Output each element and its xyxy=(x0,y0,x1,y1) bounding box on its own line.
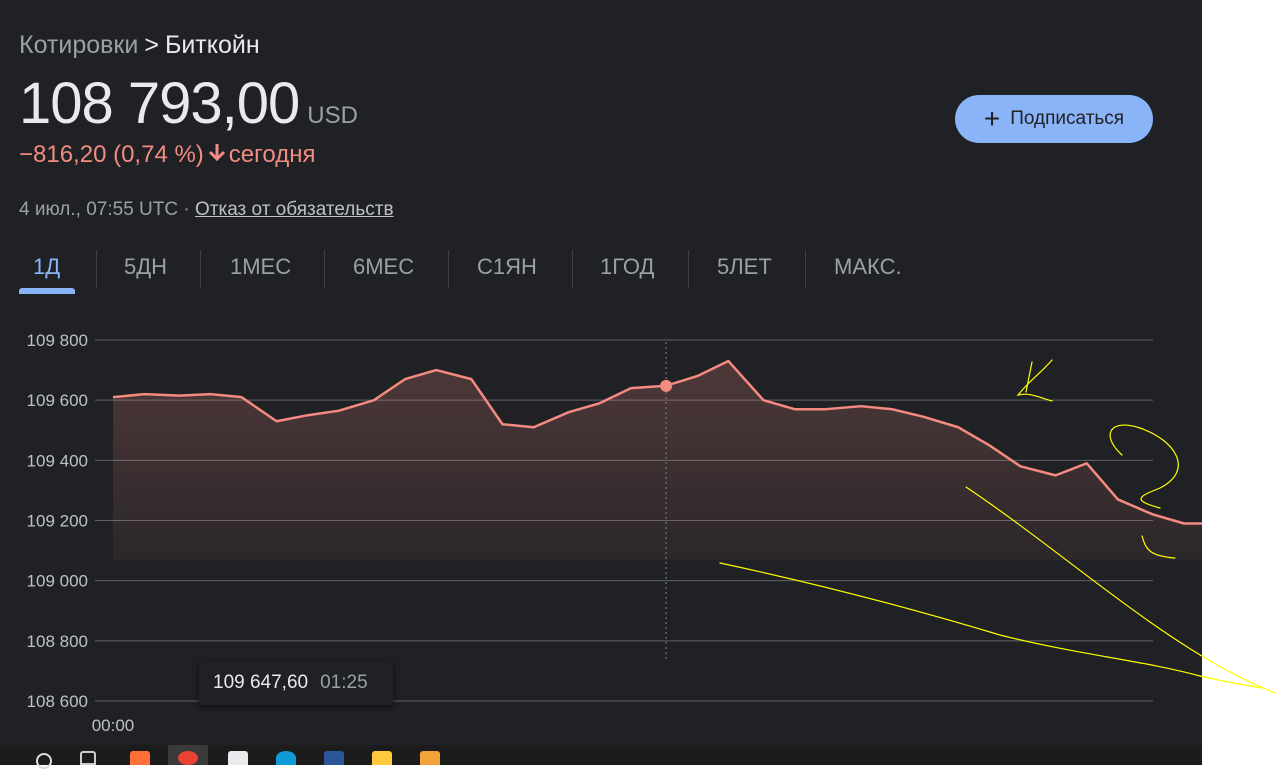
y-tick-label: 109 400 xyxy=(27,451,88,470)
price-row: 108 793,00 USD xyxy=(19,70,358,137)
tab-divider xyxy=(200,250,201,288)
currency-label: USD xyxy=(307,102,358,129)
y-tick-label: 109 800 xyxy=(27,331,88,350)
tab-divider xyxy=(448,250,449,288)
breadcrumb: Котировки>Биткойн xyxy=(19,31,260,60)
tab-6m[interactable]: 6МЕС xyxy=(353,254,414,280)
tab-divider xyxy=(96,250,97,288)
search-icon[interactable] xyxy=(36,753,52,769)
tab-5y[interactable]: 5ЛЕТ xyxy=(717,254,772,280)
disclaimer-link[interactable]: Отказ от обязательств xyxy=(195,199,394,220)
windows-taskbar xyxy=(0,745,1202,765)
meta-dot: · xyxy=(183,199,189,220)
tooltip-value: 109 647,60 xyxy=(213,672,308,694)
y-tick-label: 109 600 xyxy=(27,391,88,410)
tab-divider xyxy=(572,250,573,288)
y-tick-label: 108 600 xyxy=(27,692,88,711)
y-tick-label: 109 000 xyxy=(27,572,88,591)
chrome-icon[interactable] xyxy=(178,751,198,765)
change-period: сегодня xyxy=(229,141,316,169)
price-area xyxy=(113,361,1202,627)
breadcrumb-current: Биткойн xyxy=(165,31,260,59)
subscribe-label: Подписаться xyxy=(1010,108,1124,130)
task-view-icon[interactable] xyxy=(80,751,96,765)
chart-tooltip: 109 647,60 01:25 xyxy=(199,661,393,705)
plus-icon: + xyxy=(984,109,1000,129)
y-tick-label: 109 200 xyxy=(27,512,88,531)
tooltip-time: 01:25 xyxy=(320,672,368,694)
tab-divider xyxy=(324,250,325,288)
price-change: −816,20 (0,74 %) сегодня xyxy=(19,141,315,169)
word-icon[interactable] xyxy=(324,751,344,765)
app-icon-2[interactable] xyxy=(420,751,440,765)
tab-1y[interactable]: 1ГОД xyxy=(600,254,654,280)
hover-point xyxy=(660,380,672,392)
active-tab-indicator xyxy=(19,288,75,294)
breadcrumb-separator: > xyxy=(144,31,159,59)
tab-divider xyxy=(805,250,806,288)
quote-panel: Котировки>Биткойн 108 793,00 USD −816,20 … xyxy=(0,0,1202,745)
quote-timestamp: 4 июл., 07:55 UTC xyxy=(19,199,178,220)
range-tabs: 1Д 5ДН 1МЕС 6МЕС С1ЯН 1ГОД 5ЛЕТ МАКС. xyxy=(0,246,960,296)
tab-divider xyxy=(688,250,689,288)
tab-max[interactable]: МАКС. xyxy=(834,254,902,280)
subscribe-button[interactable]: + Подписаться xyxy=(955,95,1153,143)
down-arrow-icon xyxy=(208,141,226,169)
firefox-icon[interactable] xyxy=(130,751,150,765)
y-tick-label: 108 800 xyxy=(27,632,88,651)
price-chart[interactable]: 109 800 109 600 109 400 109 200 109 000 108 8… xyxy=(0,320,1202,745)
quote-meta: 4 июл., 07:55 UTC · Отказ от обязательст… xyxy=(19,199,394,221)
change-value: −816,20 (0,74 %) xyxy=(19,141,204,169)
tab-1d[interactable]: 1Д xyxy=(33,254,60,280)
tab-5d[interactable]: 5ДН xyxy=(124,254,167,280)
tab-ytd[interactable]: С1ЯН xyxy=(477,254,537,280)
x-tick-label: 00:00 xyxy=(92,716,135,735)
edge-icon[interactable] xyxy=(276,751,296,765)
tab-1m[interactable]: 1МЕС xyxy=(230,254,291,280)
folder-icon[interactable] xyxy=(372,751,392,765)
app-icon[interactable] xyxy=(228,751,248,765)
breadcrumb-parent-link[interactable]: Котировки xyxy=(19,31,138,59)
current-price: 108 793,00 xyxy=(19,71,299,136)
